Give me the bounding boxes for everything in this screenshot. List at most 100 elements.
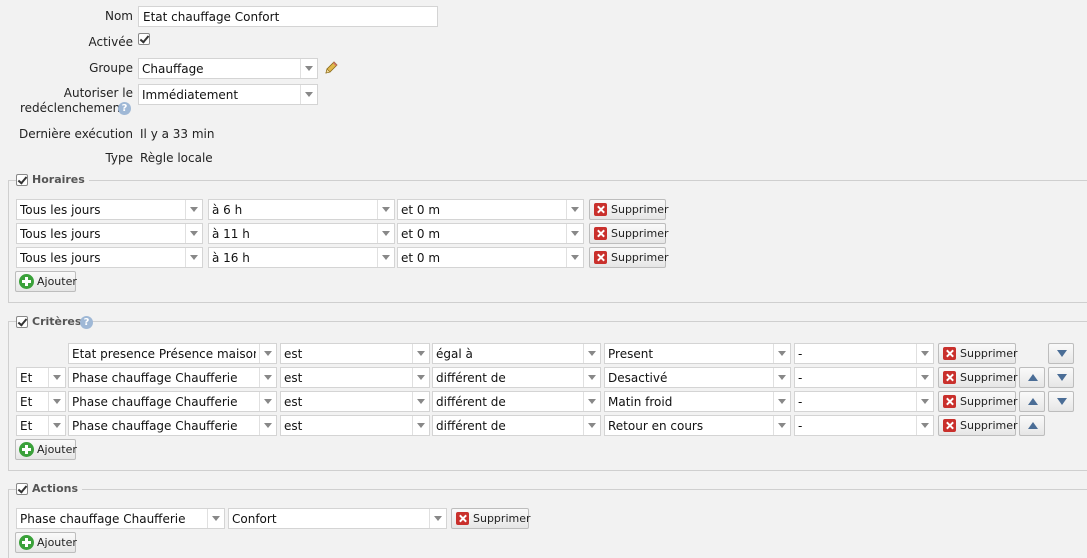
critere-delete-button-label: Supprimer (960, 371, 1018, 384)
derniere-execution-value: Il y a 33 min (140, 127, 215, 141)
move-up-button[interactable] (1019, 367, 1045, 388)
critere-cmp-select[interactable]: différent de (432, 391, 601, 412)
critere-op-select-value: est (284, 419, 303, 433)
horaire-minute-select[interactable]: et 0 m (397, 223, 584, 244)
critere-delete-button[interactable]: Supprimer (938, 343, 1018, 364)
horaire-minute-select[interactable]: et 0 m (397, 247, 584, 268)
move-down-button[interactable] (1048, 343, 1074, 364)
critere-cmp-select-value: différent de (436, 371, 506, 385)
horaire-delete-button[interactable]: Supprimer (589, 199, 669, 220)
move-down-button[interactable] (1048, 391, 1074, 412)
chevron-down-icon (583, 392, 600, 411)
autoriser-value: Immédiatement (142, 88, 239, 102)
critere-cmp-select[interactable]: égal à (432, 343, 601, 364)
type-value: Règle locale (140, 151, 213, 165)
action-device-select[interactable]: Phase chauffage Chaufferie (16, 508, 225, 529)
actions-add-label: Ajouter (37, 536, 77, 549)
activee-checkbox-checked-icon[interactable] (138, 33, 150, 45)
critere-value-select[interactable]: Present (604, 343, 791, 364)
chevron-down-icon (916, 392, 933, 411)
autoriser-label-line2: redéclenchement (20, 101, 125, 115)
critere-op-select[interactable]: est (280, 343, 430, 364)
action-value-select-value: Confort (232, 512, 277, 526)
criteres-add-button[interactable]: Ajouter (15, 439, 77, 460)
nom-input[interactable]: Etat chauffage Confort (138, 6, 438, 27)
critere-extra-select[interactable]: - (794, 343, 934, 364)
horaire-delete-button-label: Supprimer (611, 203, 669, 216)
chevron-down-icon (566, 224, 583, 243)
horaires-add-button[interactable]: Ajouter (15, 271, 77, 292)
critere-extra-select-value: - (798, 419, 803, 433)
horaire-jour-select[interactable]: Tous les jours (16, 199, 203, 220)
action-value-select[interactable]: Confort (228, 508, 447, 529)
chevron-down-icon (566, 248, 583, 267)
critere-device-select[interactable]: Etat presence Présence maison (68, 343, 277, 364)
criteres-divider (8, 321, 1087, 322)
horaire-jour-select[interactable]: Tous les jours (16, 223, 203, 244)
horaire-minute-select-value: et 0 m (401, 203, 441, 217)
critere-value-select-value: Desactivé (608, 371, 668, 385)
horaire-delete-button[interactable]: Supprimer (589, 223, 669, 244)
critere-conj-select[interactable]: Et (16, 415, 66, 436)
help-icon[interactable]: ? (118, 102, 131, 115)
chevron-down-icon (429, 509, 446, 528)
chevron-down-icon (48, 392, 65, 411)
critere-device-select[interactable]: Phase chauffage Chaufferie (68, 415, 277, 436)
delete-x-icon (943, 419, 956, 432)
critere-conj-select[interactable]: Et (16, 367, 66, 388)
critere-conj-select[interactable]: Et (16, 391, 66, 412)
critere-cmp-select[interactable]: différent de (432, 415, 601, 436)
horaire-heure-select[interactable]: à 11 h (208, 223, 395, 244)
horaire-heure-select[interactable]: à 16 h (208, 247, 395, 268)
chevron-down-icon (300, 59, 317, 78)
actions-title: Actions (28, 482, 82, 495)
chevron-down-icon (412, 416, 429, 435)
delete-x-icon (594, 203, 607, 216)
critere-extra-select[interactable]: - (794, 367, 934, 388)
chevron-down-icon (412, 344, 429, 363)
critere-extra-select[interactable]: - (794, 391, 934, 412)
critere-value-select[interactable]: Matin froid (604, 391, 791, 412)
critere-device-select[interactable]: Phase chauffage Chaufferie (68, 391, 277, 412)
critere-delete-button-label: Supprimer (960, 347, 1018, 360)
groupe-select[interactable]: Chauffage (138, 58, 318, 79)
chevron-down-icon (48, 368, 65, 387)
chevron-down-icon (916, 344, 933, 363)
critere-op-select[interactable]: est (280, 367, 430, 388)
move-down-button[interactable] (1048, 367, 1074, 388)
horaire-jour-select[interactable]: Tous les jours (16, 247, 203, 268)
pencil-icon[interactable] (323, 60, 339, 76)
critere-delete-button[interactable]: Supprimer (938, 391, 1018, 412)
action-delete-button[interactable]: Supprimer (451, 508, 531, 529)
horaire-delete-button-label: Supprimer (611, 227, 669, 240)
delete-x-icon (943, 371, 956, 384)
critere-value-select[interactable]: Desactivé (604, 367, 791, 388)
critere-op-select[interactable]: est (280, 391, 430, 412)
criteres-checkbox-checked-icon[interactable] (16, 316, 28, 328)
actions-add-button[interactable]: Ajouter (15, 532, 77, 553)
horaire-minute-select[interactable]: et 0 m (397, 199, 584, 220)
move-up-button[interactable] (1019, 415, 1045, 436)
critere-extra-select[interactable]: - (794, 415, 934, 436)
horaires-checkbox-checked-icon[interactable] (16, 174, 28, 186)
chevron-down-icon (259, 344, 276, 363)
critere-device-select[interactable]: Phase chauffage Chaufferie (68, 367, 277, 388)
critere-value-select[interactable]: Retour en cours (604, 415, 791, 436)
help-icon[interactable]: ? (80, 316, 93, 329)
critere-op-select[interactable]: est (280, 415, 430, 436)
move-up-button[interactable] (1019, 391, 1045, 412)
critere-device-select-value: Phase chauffage Chaufferie (72, 395, 238, 409)
critere-op-select-value: est (284, 347, 303, 361)
horaire-delete-button[interactable]: Supprimer (589, 247, 669, 268)
horaire-jour-select-value: Tous les jours (20, 203, 101, 217)
critere-delete-button[interactable]: Supprimer (938, 367, 1018, 388)
chevron-down-icon (773, 368, 790, 387)
horaire-heure-select[interactable]: à 6 h (208, 199, 395, 220)
critere-cmp-select[interactable]: différent de (432, 367, 601, 388)
critere-cmp-select-value: différent de (436, 419, 506, 433)
autoriser-select[interactable]: Immédiatement (138, 84, 318, 105)
actions-checkbox-checked-icon[interactable] (16, 483, 28, 495)
critere-conj-select-value: Et (20, 371, 33, 385)
critere-delete-button[interactable]: Supprimer (938, 415, 1018, 436)
type-label: Type (105, 151, 133, 165)
